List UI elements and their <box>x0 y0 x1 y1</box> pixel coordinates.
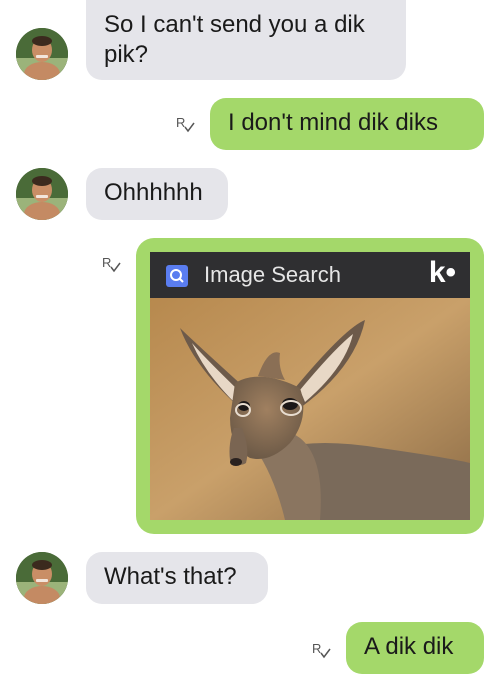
message-text: Ohhhhhh <box>104 179 203 206</box>
read-receipt-icon: R <box>102 254 122 274</box>
image-search-title: Image Search <box>204 262 341 287</box>
image-search-icon <box>166 265 188 287</box>
image-message[interactable]: Image Search k• <box>136 238 484 534</box>
svg-text:R: R <box>176 115 185 130</box>
svg-text:R: R <box>312 641 321 656</box>
message-text: A dik dik <box>364 633 454 660</box>
read-receipt-icon: R <box>176 114 196 134</box>
message-text: So I can't send you a dik pik? <box>104 11 365 68</box>
kik-logo-icon: k• <box>428 256 456 289</box>
message-bubble-incoming[interactable]: So I can't send you a dik pik? <box>86 0 406 80</box>
read-receipt-icon: R <box>312 640 332 660</box>
svg-text:R: R <box>102 255 111 270</box>
dik-dik-photo[interactable] <box>150 298 470 520</box>
message-bubble-outgoing[interactable]: A dik dik <box>346 622 484 674</box>
contact-avatar[interactable] <box>16 168 68 220</box>
contact-avatar[interactable] <box>16 28 68 80</box>
image-search-header: Image Search k• <box>150 252 470 298</box>
message-bubble-incoming[interactable]: Ohhhhhh <box>86 168 228 220</box>
contact-avatar[interactable] <box>16 552 68 604</box>
message-bubble-outgoing[interactable]: I don't mind dik diks <box>210 98 484 150</box>
chat-thread: So I can't send you a dik pik? R I don't… <box>0 0 500 679</box>
message-text: I don't mind dik diks <box>228 109 439 136</box>
message-text: What's that? <box>104 563 237 590</box>
message-bubble-incoming[interactable]: What's that? <box>86 552 268 604</box>
